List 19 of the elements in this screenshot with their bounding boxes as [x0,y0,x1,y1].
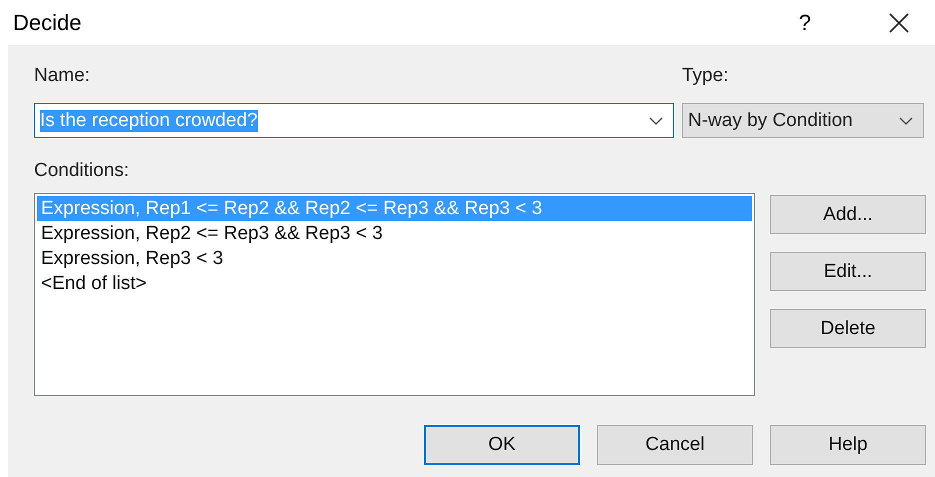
conditions-label: Conditions: [34,160,130,182]
list-item[interactable]: Expression, Rep2 <= Rep3 && Rep3 < 3 [37,221,752,246]
close-icon [889,12,909,32]
close-button[interactable] [887,10,911,34]
help-button[interactable]: ? [792,10,817,36]
window-title: Decide [13,10,82,36]
type-label: Type: [682,65,728,87]
dialog-button[interactable]: OK [424,425,580,465]
list-item[interactable]: Expression, Rep3 < 3 [37,246,752,271]
dialog-button[interactable]: Help [770,425,926,465]
dialog-button[interactable]: Cancel [597,425,753,465]
side-button[interactable]: Edit... [770,252,926,291]
caret-icon [899,116,913,124]
name-label: Name: [34,65,90,87]
side-button[interactable]: Add... [770,195,926,234]
side-button[interactable]: Delete [770,309,926,348]
caret-icon [649,116,663,124]
type-dropdown[interactable]: N-way by Condition [682,103,924,138]
list-item[interactable]: <End of list> [37,271,752,296]
